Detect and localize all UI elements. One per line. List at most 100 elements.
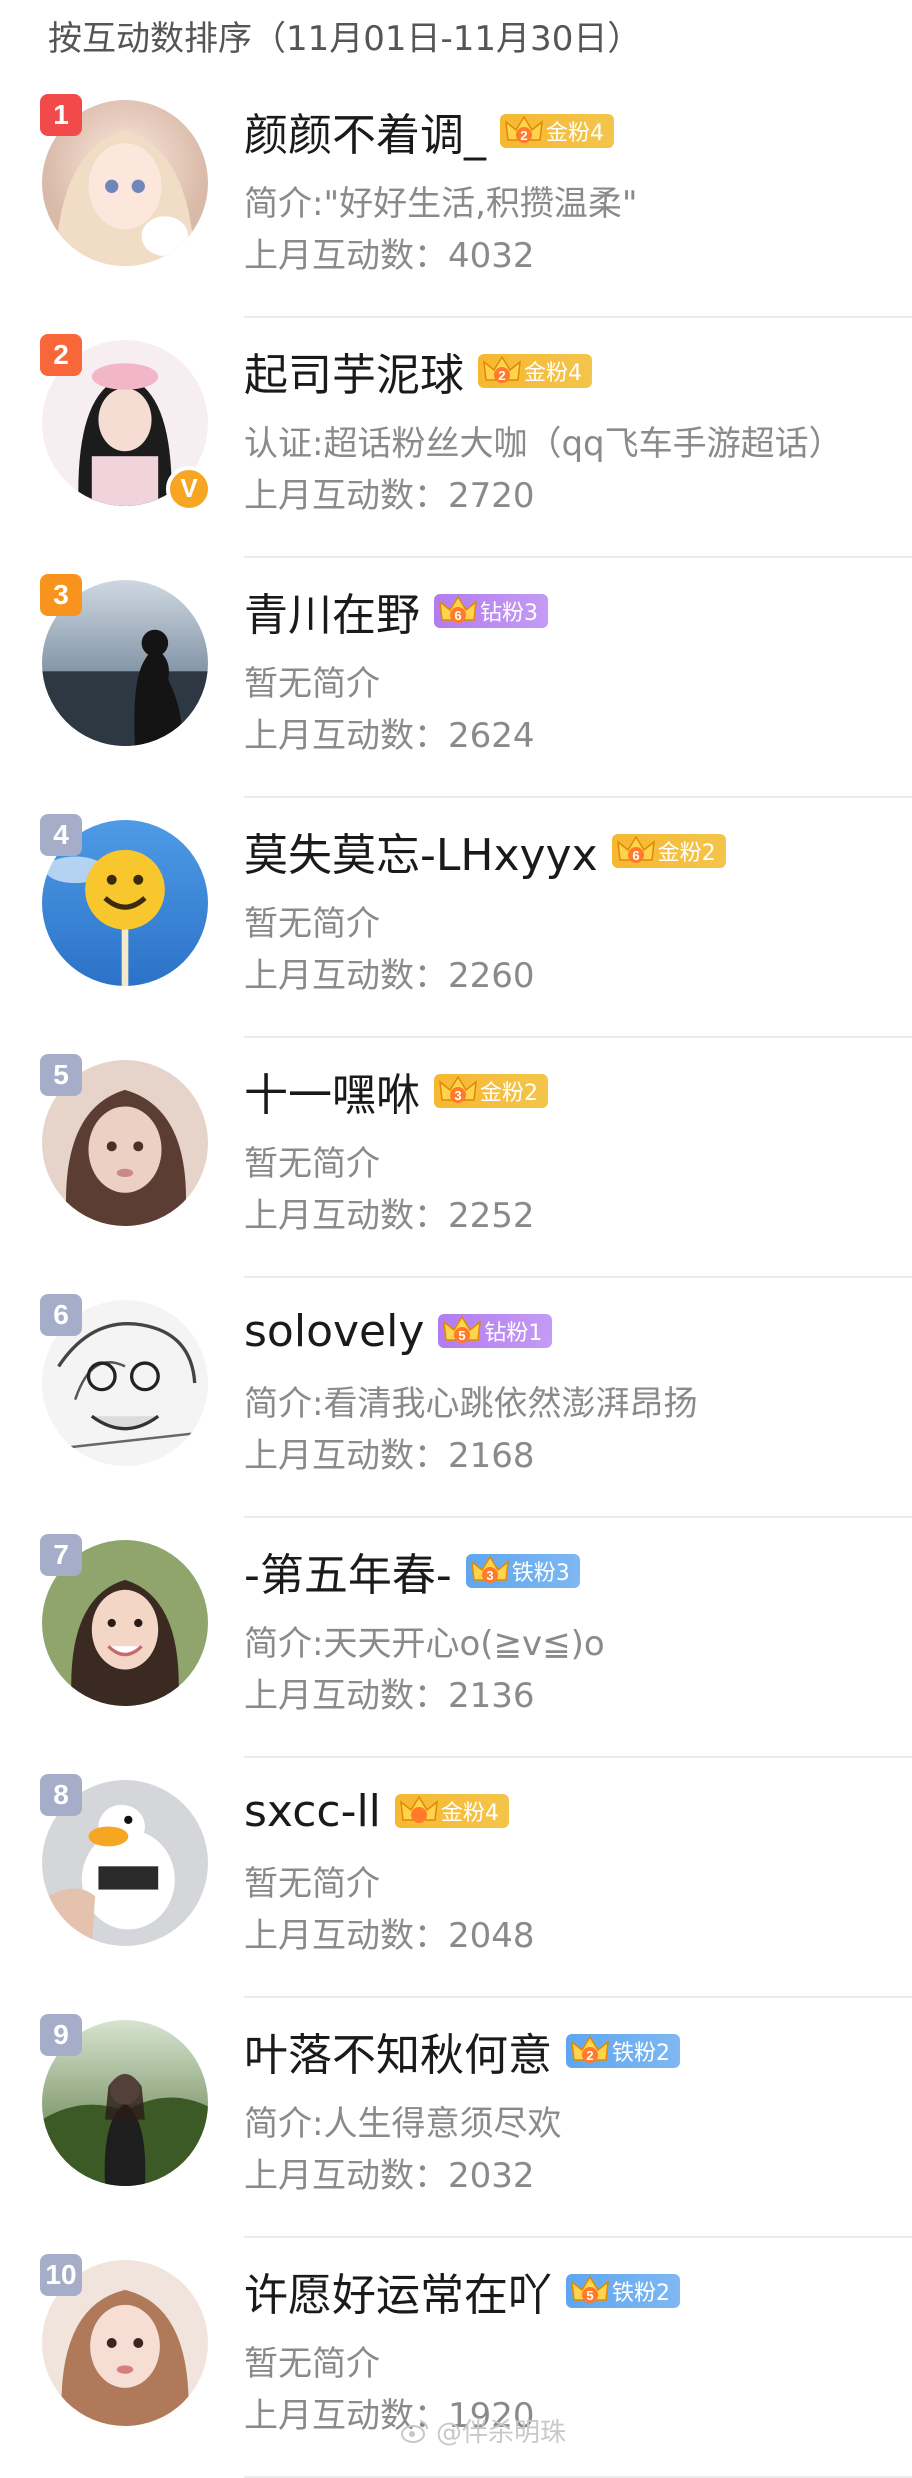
user-bio: 简介:"好好生活,积攒温柔"	[244, 184, 638, 224]
user-name[interactable]: sxcc-ll	[244, 1786, 381, 1837]
interaction-count: 上月互动数：2720	[244, 468, 535, 517]
user-bio: 简介:天天开心o(≧v≦)o	[244, 1624, 605, 1664]
fan-level-badge: 3 金粉2	[434, 1074, 548, 1108]
count-label: 上月互动数：	[244, 236, 448, 276]
fan-level-badge: 2 金粉4	[500, 114, 614, 148]
user-name[interactable]: -第五年春-	[244, 1539, 452, 1603]
count-value: 2032	[448, 2156, 535, 2196]
list-item[interactable]: 8 sxcc-ll 金粉4 暂无简介上月互动数：2048	[0, 1758, 912, 1998]
list-item[interactable]: 9 叶落不知秋何意 2 铁粉2 简介:人生得意须尽欢 上月互动数：2032	[0, 1998, 912, 2238]
count-label: 上月互动数：	[244, 1436, 448, 1476]
rank-number: 1	[53, 99, 69, 130]
sort-header[interactable]: 按互动数排序（11月01日-11月30日）	[0, 0, 912, 78]
interaction-count: 上月互动数：2032	[244, 2148, 535, 2197]
svg-text:2: 2	[498, 368, 505, 383]
crown-icon: 2	[505, 115, 543, 143]
svg-text:2: 2	[586, 2048, 593, 2063]
user-name[interactable]: 颜颜不着调_	[244, 99, 486, 163]
fan-level-badge: 6 钻粉3	[434, 594, 548, 628]
count-label: 上月互动数：	[244, 2156, 448, 2196]
fan-level-label: 钻粉1	[484, 1321, 543, 1346]
interaction-count: 上月互动数：2260	[244, 948, 535, 997]
count-label: 上月互动数：	[244, 1916, 448, 1956]
verified-mark: V	[180, 473, 198, 503]
user-bio: 简介:人生得意须尽欢	[244, 2104, 562, 2144]
svg-text:6: 6	[454, 608, 461, 623]
count-value: 2720	[448, 476, 535, 516]
fan-level-label: 金粉4	[524, 361, 582, 386]
rank-number: 10	[45, 2259, 77, 2290]
list-item[interactable]: 7 -第五年春- 3 铁粉3 简介:天天开心o(≧v≦)o 上月互动数：2136	[0, 1518, 912, 1758]
count-label: 上月互动数：	[244, 716, 448, 756]
user-name[interactable]: 十一嘿咻	[244, 1059, 420, 1123]
user-name[interactable]: solovely	[244, 1306, 424, 1357]
count-value: 2048	[448, 1916, 535, 1956]
svg-text:5: 5	[459, 1328, 466, 1343]
crown-icon: 6	[616, 835, 655, 863]
name-line: 颜颜不着调_ 2 金粉4	[244, 100, 614, 162]
svg-text:5: 5	[586, 2288, 593, 2303]
fan-level-badge: 2 铁粉2	[566, 2034, 680, 2068]
fan-level-label: 金粉4	[440, 1801, 499, 1826]
user-bio: 暂无简介	[244, 1864, 380, 1904]
crown-icon: 2	[571, 2035, 609, 2063]
svg-text:2: 2	[520, 128, 527, 143]
fan-level-badge: 金粉4	[394, 1794, 509, 1828]
name-line: 叶落不知秋何意 2 铁粉2	[244, 2020, 680, 2082]
watermark-text: @伴杀明珠	[436, 2418, 567, 2448]
name-line: 十一嘿咻 3 金粉2	[244, 1060, 548, 1122]
user-name[interactable]: 许愿好运常在吖	[244, 2259, 552, 2323]
svg-text:3: 3	[454, 1088, 461, 1103]
user-bio: 认证:超话粉丝大咖（qq飞车手游超话）	[244, 424, 843, 464]
rank-badge: 6	[40, 1294, 82, 1336]
name-line: solovely 5 钻粉1	[244, 1300, 553, 1362]
rank-badge: 9	[40, 2014, 82, 2056]
name-line: 起司芋泥球 2 金粉4	[244, 340, 592, 402]
fan-level-label: 金粉4	[546, 121, 604, 146]
fan-ranking-list: 1 颜颜不着调_ 2 金粉4 简介:"好好生活,积攒温柔" 上月互动数：4032 2 V 起司芋…	[0, 78, 912, 2478]
user-name[interactable]: 起司芋泥球	[244, 339, 464, 403]
user-name[interactable]: 叶落不知秋何意	[244, 2019, 552, 2083]
count-value: 2136	[448, 1676, 535, 1716]
rank-number: 3	[53, 579, 69, 610]
name-line: sxcc-ll 金粉4	[244, 1780, 509, 1842]
list-item[interactable]: 4 莫失莫忘-LHxyyx 6 金粉2 暂无简介 上月互动数：2260	[0, 798, 912, 1038]
user-bio: 暂无简介	[244, 904, 380, 944]
rank-number: 5	[53, 1059, 69, 1090]
user-name[interactable]: 青川在野	[244, 579, 420, 643]
fan-level-badge: 3 铁粉3	[465, 1554, 580, 1588]
rank-badge: 5	[40, 1054, 82, 1096]
count-value: 4032	[448, 236, 535, 276]
user-bio: 暂无简介	[244, 1144, 380, 1184]
user-name[interactable]: 莫失莫忘-LHxyyx	[244, 819, 598, 883]
fan-level-badge: 5 铁粉2	[566, 2274, 680, 2308]
user-bio: 暂无简介	[244, 664, 380, 704]
fan-level-badge: 5 钻粉1	[438, 1314, 553, 1348]
count-value: 2168	[448, 1436, 535, 1476]
weibo-icon	[401, 2419, 429, 2443]
list-item[interactable]: 6 solovely 5 钻粉1 简介:看清我心跳依然澎湃昂扬 上月互动数：2168	[0, 1278, 912, 1518]
list-item[interactable]: 3 青川在野 6 钻粉3 暂无简介 上月互动数：2624	[0, 558, 912, 798]
rank-number: 4	[53, 819, 69, 850]
list-item[interactable]: 2 V 起司芋泥球 2 金粉4 认证:超话粉丝大咖（qq飞车手游超话） 上月互动数：2720	[0, 318, 912, 558]
interaction-count: 上月互动数：4032	[244, 228, 535, 277]
crown-icon	[399, 1795, 438, 1823]
list-item[interactable]: 1 颜颜不着调_ 2 金粉4 简介:"好好生活,积攒温柔" 上月互动数：4032	[0, 78, 912, 318]
watermark: @伴杀明珠	[400, 2412, 566, 2449]
count-label: 上月互动数：	[244, 1196, 448, 1236]
fan-level-label: 铁粉2	[612, 2281, 670, 2306]
user-bio: 简介:看清我心跳依然澎湃昂扬	[244, 1384, 698, 1424]
count-label: 上月互动数：	[244, 1676, 448, 1716]
rank-badge: 8	[40, 1774, 82, 1816]
rank-badge: 3	[40, 574, 82, 616]
svg-text:3: 3	[486, 1568, 493, 1583]
rank-number: 6	[53, 1299, 69, 1330]
interaction-count: 上月互动数：2252	[244, 1188, 535, 1237]
count-value: 2260	[448, 956, 535, 996]
fan-level-label: 铁粉2	[612, 2041, 670, 2066]
list-item[interactable]: 5 十一嘿咻 3 金粉2 暂无简介 上月互动数：2252	[0, 1038, 912, 1278]
name-line: 青川在野 6 钻粉3	[244, 580, 548, 642]
name-line: 许愿好运常在吖 5 铁粉2	[244, 2260, 680, 2322]
rank-badge: 10	[40, 2254, 82, 2296]
fan-level-badge: 2 金粉4	[478, 354, 592, 388]
